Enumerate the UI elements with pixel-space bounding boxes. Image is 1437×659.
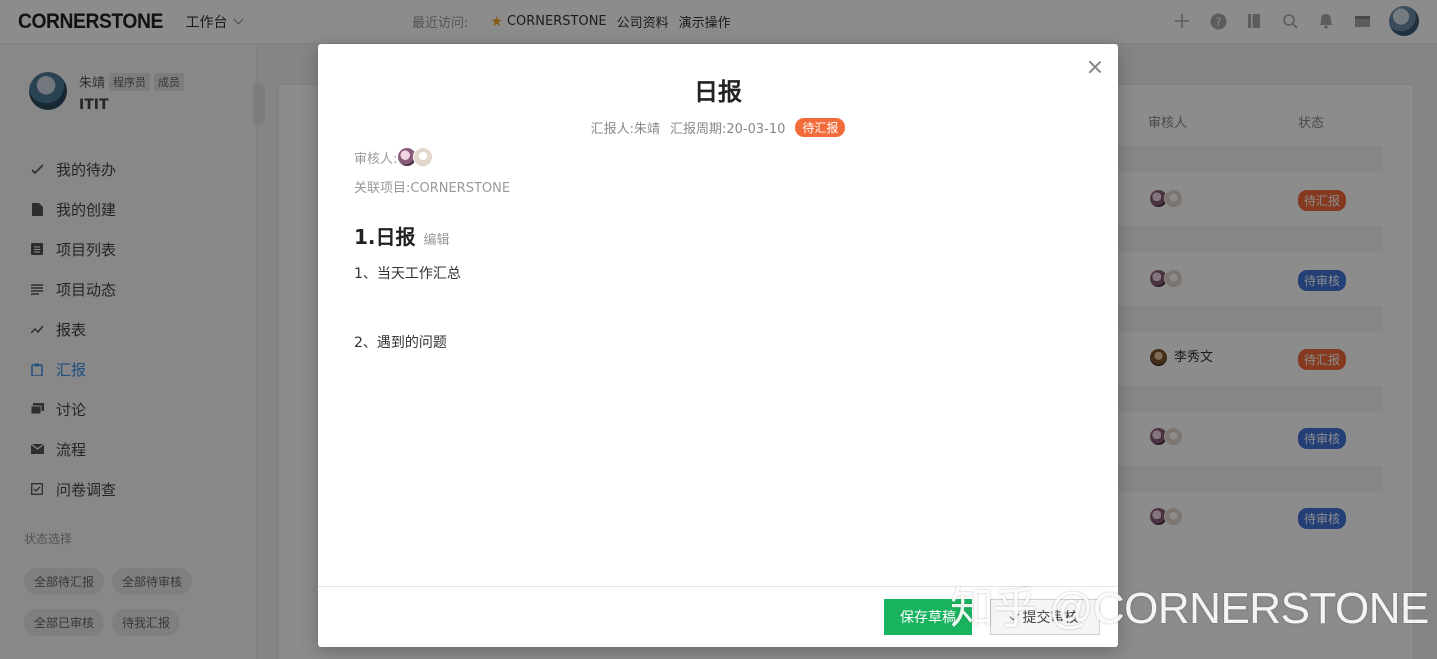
submit-review-button[interactable]: 提交审核 — [990, 599, 1100, 635]
report-meta: 汇报人:朱靖 汇报周期:20-03-10 待汇报 — [318, 118, 1118, 137]
reporter-name: 朱靖 — [633, 122, 660, 137]
avatar[interactable] — [413, 147, 434, 167]
project-name[interactable]: CORNERSTONE — [410, 181, 510, 196]
period-label: 汇报周期: — [669, 122, 727, 137]
reporter-label: 汇报人: — [590, 122, 634, 137]
project-label: 关联项目: — [354, 181, 411, 196]
reviewer-row: 审核人: — [354, 147, 434, 167]
report-line: 1、当天工作汇总 — [354, 266, 461, 282]
daily-report-dialog: 日报 汇报人:朱靖 汇报周期:20-03-10 待汇报 审核人: 关联项目:CO… — [318, 44, 1118, 647]
report-section-header: 1.日报 编辑 — [354, 221, 450, 250]
dialog-footer: 保存草稿 提交审核 — [318, 586, 1118, 647]
check-icon — [1009, 610, 1019, 620]
submit-label: 提交审核 — [1022, 609, 1079, 625]
report-line: 2、遇到的问题 — [354, 335, 447, 351]
project-row: 关联项目:CORNERSTONE — [354, 177, 510, 196]
period-value: 20-03-10 — [726, 122, 786, 137]
status-badge: 待汇报 — [795, 118, 846, 137]
save-draft-button[interactable]: 保存草稿 — [884, 599, 972, 635]
section-title: 1.日报 — [354, 225, 416, 249]
edit-link[interactable]: 编辑 — [424, 229, 450, 248]
dialog-title: 日报 — [694, 78, 742, 106]
reviewer-label: 审核人: — [354, 151, 398, 167]
